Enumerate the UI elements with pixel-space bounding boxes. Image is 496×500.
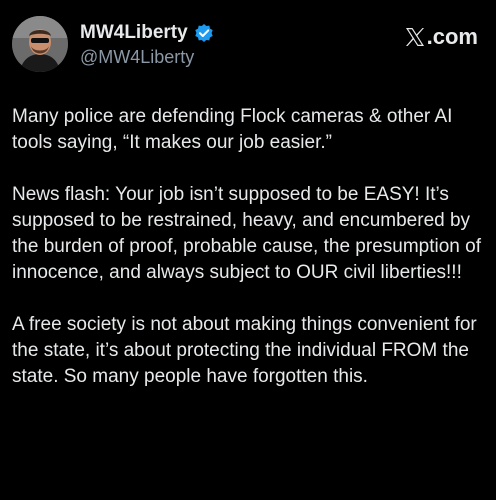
avatar[interactable]: [12, 16, 68, 72]
source-domain: .com: [426, 24, 478, 49]
tweet-card: MW4Liberty @MW4Liberty .com Many police …: [0, 0, 496, 500]
tweet-paragraph: News flash: Your job isn’t supposed to b…: [12, 184, 481, 283]
source-watermark: .com: [404, 24, 478, 50]
tweet-paragraph: Many police are defending Flock cameras …: [12, 106, 453, 153]
author-name-row: MW4Liberty: [80, 22, 214, 44]
profile-photo-icon: [12, 16, 68, 72]
tweet-paragraph: A free society is not about making thing…: [12, 314, 477, 387]
tweet-text: Many police are defending Flock cameras …: [12, 104, 486, 390]
x-logo-icon: [404, 26, 426, 48]
verified-badge-icon: [194, 23, 214, 43]
display-name[interactable]: MW4Liberty: [80, 22, 188, 44]
author-handle[interactable]: @MW4Liberty: [80, 46, 194, 68]
